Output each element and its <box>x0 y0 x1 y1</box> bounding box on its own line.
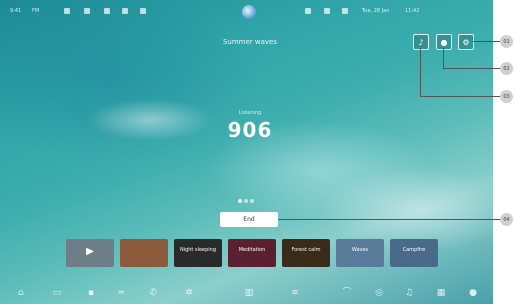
volume-icon <box>342 8 348 14</box>
profile-icon <box>305 8 311 14</box>
play-icon: ▶ <box>86 246 94 257</box>
wifi-icon <box>84 8 90 14</box>
thumbnail-forest[interactable]: Forest calm <box>282 239 330 267</box>
page-dot <box>244 199 248 203</box>
end-button[interactable]: End <box>220 212 278 227</box>
callout-marker: 04 <box>500 213 513 226</box>
callout-line-02 <box>443 48 444 69</box>
callout-marker: 03 <box>500 90 513 103</box>
thumbnail-play[interactable]: ▶ <box>66 239 114 267</box>
music-icon: ♪ <box>418 37 424 47</box>
thumbnail-sunset[interactable] <box>120 239 168 267</box>
seat-icon[interactable]: ▪ <box>86 288 96 298</box>
wiper-icon[interactable]: ⌒ <box>342 288 352 298</box>
climate-icon[interactable]: ≈ <box>116 288 126 298</box>
record-icon: ● <box>440 37 448 47</box>
thumbnail-waves[interactable]: Waves <box>336 239 384 267</box>
home-icon[interactable]: ⌂ <box>16 288 26 298</box>
music-icon[interactable]: ♫ <box>404 288 414 298</box>
map-icon[interactable]: ◎ <box>374 288 384 298</box>
thumbnail-label: Waves <box>351 247 369 253</box>
status-time: 9:41 <box>10 8 22 14</box>
settings-button[interactable]: ⚙ <box>458 34 474 50</box>
music-button[interactable]: ♪ <box>413 34 429 50</box>
callout-line-04 <box>278 219 500 220</box>
signal-icon <box>64 8 70 14</box>
defrost-icon[interactable]: ▥ <box>244 288 254 298</box>
bottom-dock: ⌂ ▭ ▪ ≈ ✆ ✲ ▥ ≋ ⌒ ◎ ♫ ▦ ● <box>0 285 493 304</box>
callout-line-03 <box>420 48 421 96</box>
thumbnail-label: Campfire <box>402 247 426 253</box>
thumbnail-meditation[interactable]: Meditation <box>228 239 276 267</box>
phone-icon[interactable]: ✆ <box>148 288 158 298</box>
bluetooth-icon <box>324 8 330 14</box>
callout-marker: 02 <box>500 62 513 75</box>
app-screen: 9:41 FM Tue, 28 Jan 11:42 Summer waves ♪… <box>0 0 493 304</box>
thumbnail-label: Night sleeping <box>179 247 217 253</box>
temperature-icon[interactable]: ≋ <box>290 288 300 298</box>
thumbnail-label <box>120 239 168 247</box>
page-indicator <box>238 188 256 207</box>
callout-line-01 <box>473 41 500 42</box>
callout-marker: 01 <box>500 35 513 48</box>
fan-icon[interactable]: ✲ <box>184 288 194 298</box>
thumbnail-campfire[interactable]: Campfire <box>390 239 438 267</box>
menu-icon[interactable]: ● <box>468 288 478 298</box>
thumbnail-label: Meditation <box>238 247 266 253</box>
page-dot <box>250 199 254 203</box>
bell-icon <box>140 8 146 14</box>
thumbnail-label: Forest calm <box>291 247 321 253</box>
car-icon <box>104 8 110 14</box>
thumbnail-night-sleeping[interactable]: Night sleeping <box>174 239 222 267</box>
status-radio: FM <box>32 8 40 14</box>
page-title: Summer waves <box>222 38 278 46</box>
center-sub-label: Listening <box>238 110 262 116</box>
callout-line-02 <box>443 68 500 69</box>
status-date: Tue, 28 Jan <box>362 8 390 14</box>
brand-logo-icon <box>242 5 256 19</box>
car-icon[interactable]: ▭ <box>52 288 62 298</box>
gear-icon: ⚙ <box>462 37 470 47</box>
apps-icon[interactable]: ▦ <box>436 288 446 298</box>
page-dot <box>238 199 242 203</box>
phone-icon <box>122 8 128 14</box>
record-button[interactable]: ● <box>436 34 452 50</box>
status-bar: 9:41 FM Tue, 28 Jan 11:42 <box>0 0 493 24</box>
callout-line-03 <box>420 96 500 97</box>
center-number: 906 <box>227 118 273 142</box>
status-clock: 11:42 <box>405 8 420 14</box>
